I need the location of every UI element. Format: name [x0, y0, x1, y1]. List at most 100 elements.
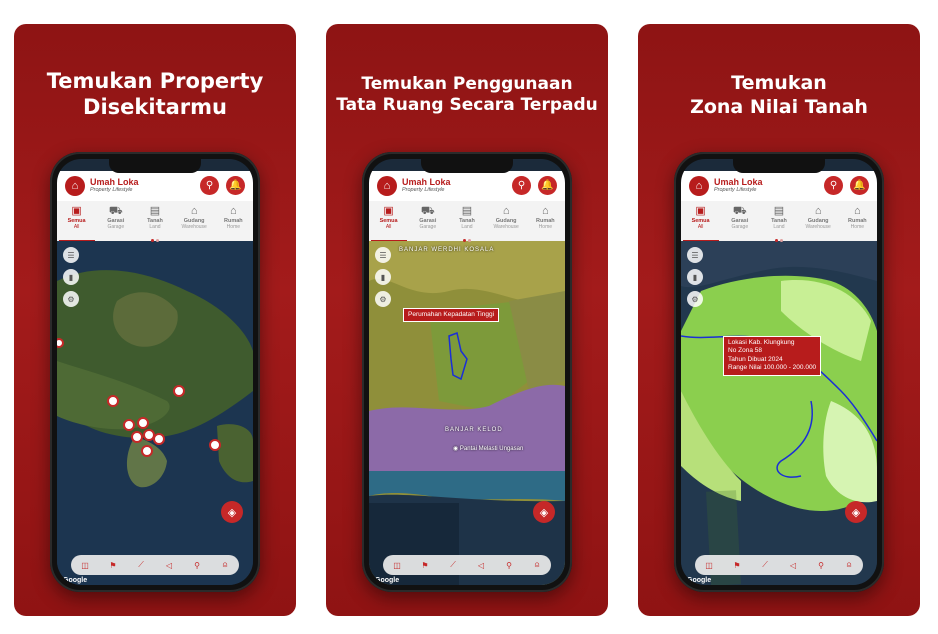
map-toolbar: ◫ ⚑ ⟋ ◁ ⚲ ⍝ — [695, 555, 863, 575]
google-attribution: Google — [375, 577, 400, 584]
layers-icon[interactable]: ◈ — [221, 501, 243, 523]
app-header: ⌂ Umah Loka Property Lifestyle ⚲ 🔔 — [369, 171, 565, 201]
car-icon: ⛟ — [732, 205, 747, 217]
person-icon[interactable]: ⍝ — [530, 560, 544, 570]
all-icon: ▣ — [695, 205, 706, 217]
search-icon[interactable]: ⚲ — [200, 176, 219, 195]
phone-mockup: ⌂ Umah Loka Property Lifestyle ⚲ 🔔 ▣ Semu… — [50, 152, 260, 592]
land-value-map[interactable]: Lokasi Kab. Klungkung No Zona 58 Tahun D… — [681, 241, 877, 585]
map-toolbar: ◫ ⚑ ⟋ ◁ ⚲ ⍝ — [383, 555, 551, 575]
app-name: Umah Loka — [90, 177, 139, 188]
ruler-icon[interactable]: ⟋ — [758, 560, 772, 570]
pin-icon[interactable]: ⚲ — [502, 561, 516, 570]
popup-location: Lokasi Kab. Klungkung — [728, 339, 795, 346]
zone-popup[interactable]: Perumahan Kepadatan Tinggi — [403, 308, 500, 323]
phone-notch — [109, 159, 201, 173]
home-icon: ⌂ — [230, 205, 237, 217]
home-icon: ⌂ — [542, 205, 549, 217]
search-icon[interactable]: ⚲ — [824, 176, 843, 195]
phone-screen: ⌂ Umah Loka Property Lifestyle ⚲ 🔔 ▣ Semu… — [681, 159, 877, 585]
search-icon[interactable]: ⚲ — [512, 176, 531, 195]
app-tagline: Property Lifestyle — [402, 187, 445, 194]
panel-title: Temukan Penggunaan Tata Ruang Secara Ter… — [326, 74, 608, 117]
app-tagline: Property Lifestyle — [714, 187, 757, 194]
area-label-banjar-werdhi-kosala: BANJAR WERDHI KOSALA — [399, 247, 495, 253]
camera-icon[interactable]: ◫ — [702, 561, 716, 570]
filter-icon[interactable]: ⚙ — [375, 291, 391, 307]
house-logo-icon[interactable]: ⌂ — [689, 176, 709, 196]
popup-zone-number: No Zona 58 — [728, 347, 762, 355]
ruler-icon[interactable]: ⟋ — [446, 560, 460, 570]
layers-icon[interactable]: ◈ — [845, 501, 867, 523]
ruler-icon[interactable]: ⟋ — [134, 560, 148, 570]
list-icon[interactable]: ☰ — [375, 247, 391, 263]
phone-screen: ⌂ Umah Loka Property Lifestyle ⚲ 🔔 ▣ Semu… — [57, 159, 253, 585]
flag-icon[interactable]: ⚑ — [106, 561, 120, 570]
filter-icon[interactable]: ⚙ — [63, 291, 79, 307]
satellite-map[interactable]: ☰ ▮ ⚙ ◈ ◫ ⚑ ⟋ ◁ ⚲ ⍝ Google — [57, 241, 253, 585]
popup-value-range: Range Nilai 100.000 - 200.000 — [728, 364, 817, 372]
category-tabs: ▣ Semua All ⛟ Garasi Garage ▤ Tanah Land ⌂ Guda… — [681, 201, 877, 241]
title-line-2: Disekitarmu — [83, 95, 227, 120]
camera-icon[interactable]: ◫ — [390, 561, 404, 570]
pin-icon[interactable]: ⚲ — [190, 561, 204, 570]
phone-notch — [733, 159, 825, 173]
flag-icon[interactable]: ⚑ — [418, 561, 432, 570]
pin-icon[interactable]: ⚲ — [814, 561, 828, 570]
title-line-2: Tata Ruang Secara Terpadu — [336, 95, 598, 116]
sound-icon[interactable]: ◁ — [162, 561, 176, 570]
sound-icon[interactable]: ◁ — [474, 561, 488, 570]
sound-icon[interactable]: ◁ — [786, 561, 800, 570]
land-icon: ▤ — [773, 205, 785, 217]
app-header: ⌂ Umah Loka Property Lifestyle ⚲ 🔔 — [681, 171, 877, 201]
zoning-map[interactable]: BANJAR WERDHI KOSALA BANJAR KELOD ◉ Pant… — [369, 241, 565, 585]
app-name: Umah Loka — [714, 177, 763, 188]
phone-mockup: ⌂ Umah Loka Property Lifestyle ⚲ 🔔 ▣ Semu… — [362, 152, 572, 592]
page-indicator — [57, 236, 253, 242]
bell-icon[interactable]: 🔔 — [226, 176, 245, 195]
camera-icon[interactable]: ◫ — [78, 561, 92, 570]
app-tagline: Property Lifestyle — [90, 187, 133, 194]
google-attribution: Google — [687, 577, 712, 584]
phone-mockup: ⌂ Umah Loka Property Lifestyle ⚲ 🔔 ▣ Semu… — [674, 152, 884, 592]
warehouse-icon: ⌂ — [814, 205, 822, 217]
page-indicator — [681, 236, 877, 242]
person-icon[interactable]: ⍝ — [218, 560, 232, 570]
title-line-1: Temukan Property — [46, 69, 264, 93]
warehouse-icon: ⌂ — [502, 205, 510, 217]
title-line-2: Zona Nilai Tanah — [690, 95, 868, 118]
app-name: Umah Loka — [402, 177, 451, 188]
house-logo-icon[interactable]: ⌂ — [65, 176, 85, 196]
filter-icon[interactable]: ⚙ — [687, 291, 703, 307]
bookmark-icon[interactable]: ▮ — [63, 269, 79, 285]
person-icon[interactable]: ⍝ — [842, 560, 856, 570]
poi-label: ◉ Pantai Melasti Ungasan — [453, 446, 524, 452]
app-header: ⌂ Umah Loka Property Lifestyle ⚲ 🔔 — [57, 171, 253, 201]
panel-title: Temukan Property Disekitarmu — [14, 68, 296, 121]
map-toolbar: ◫ ⚑ ⟋ ◁ ⚲ ⍝ — [71, 555, 239, 575]
land-icon: ▤ — [461, 205, 473, 217]
all-icon: ▣ — [383, 205, 394, 217]
popup-year: Tahun Dibuat 2024 — [728, 355, 783, 363]
bell-icon[interactable]: 🔔 — [538, 176, 557, 195]
list-icon[interactable]: ☰ — [687, 247, 703, 263]
bookmark-icon[interactable]: ▮ — [687, 269, 703, 285]
poi-pin-icon: ◉ — [453, 446, 460, 452]
category-tabs: ▣ Semua All ⛟ Garasi Garage ▤ Tanah Land ⌂ Guda… — [57, 201, 253, 241]
zone-value-popup[interactable]: Lokasi Kab. Klungkung No Zona 58 Tahun D… — [723, 336, 822, 376]
google-attribution: Google — [63, 577, 88, 584]
category-tabs: ▣ Semua All ⛟ Garasi Garage ▤ Tanah Land ⌂ Guda… — [369, 201, 565, 241]
panel-land-value-zone: Temukan Zona Nilai Tanah ⌂ Umah Loka Pro… — [638, 24, 920, 616]
flag-icon[interactable]: ⚑ — [730, 561, 744, 570]
home-icon: ⌂ — [854, 205, 861, 217]
bookmark-icon[interactable]: ▮ — [375, 269, 391, 285]
list-icon[interactable]: ☰ — [63, 247, 79, 263]
phone-screen: ⌂ Umah Loka Property Lifestyle ⚲ 🔔 ▣ Semu… — [369, 159, 565, 585]
house-logo-icon[interactable]: ⌂ — [377, 176, 397, 196]
title-line-1: Temukan — [731, 72, 827, 94]
layers-icon[interactable]: ◈ — [533, 501, 555, 523]
panel-title: Temukan Zona Nilai Tanah — [638, 72, 920, 120]
bell-icon[interactable]: 🔔 — [850, 176, 869, 195]
panel-find-property: Temukan Property Disekitarmu ⌂ Umah Loka… — [14, 24, 296, 616]
land-icon: ▤ — [149, 205, 161, 217]
